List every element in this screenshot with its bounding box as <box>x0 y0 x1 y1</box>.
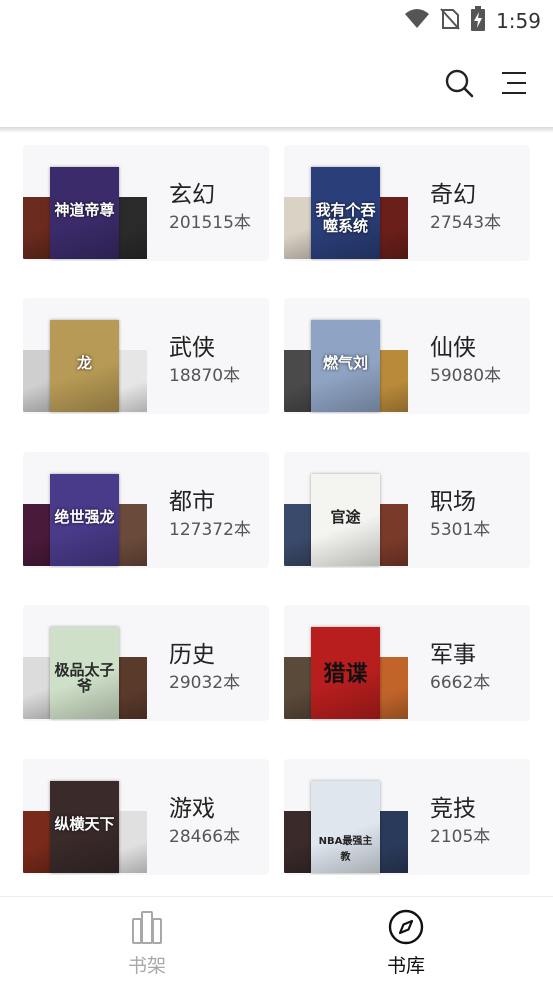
category-card-zhichang[interactable]: 官途 职场 5301本 <box>284 452 530 568</box>
search-icon <box>445 69 474 98</box>
book-cover-main: 我有个吞噬系统 <box>311 167 380 259</box>
category-name: 武侠 <box>169 335 215 361</box>
book-cover-right <box>119 657 147 719</box>
cover-stack: 猎谍 <box>284 605 408 721</box>
search-button[interactable] <box>442 66 476 100</box>
category-name: 玄幻 <box>169 182 215 208</box>
nav-bookstore-label: 书库 <box>386 955 425 977</box>
status-bar: 1:59 <box>0 0 553 38</box>
category-name: 都市 <box>169 489 215 515</box>
book-cover-main: 神道帝尊 <box>50 167 119 259</box>
cover-stack: 我有个吞噬系统 <box>284 145 408 261</box>
cover-stack: NBA最强主教 <box>284 759 408 875</box>
menu-lines-icon <box>502 72 526 94</box>
book-cover-right <box>119 811 147 873</box>
book-cover-main: NBA最强主教 <box>311 781 380 873</box>
nav-bookshelf[interactable]: 书架 <box>87 909 207 979</box>
book-cover-left <box>284 657 312 719</box>
book-cover-left <box>284 811 312 873</box>
status-icons: 1:59 <box>404 6 541 36</box>
cover-title: 极品太子爷 <box>54 660 115 695</box>
bottom-nav: 书架 书库 <box>0 896 553 983</box>
cover-title: 龙 <box>76 353 92 372</box>
book-cover-left <box>23 197 51 259</box>
category-name: 游戏 <box>169 796 215 822</box>
nav-bookstore[interactable]: 书库 <box>346 909 466 979</box>
book-cover-right <box>119 504 147 566</box>
category-name: 竞技 <box>430 796 476 822</box>
category-count: 28466本 <box>169 827 241 847</box>
cover-stack: 龙 <box>23 298 147 414</box>
book-cover-left <box>23 350 51 412</box>
book-cover-left <box>284 504 312 566</box>
category-count: 2105本 <box>430 827 491 847</box>
category-card-junshi[interactable]: 猎谍 军事 6662本 <box>284 605 530 721</box>
category-name: 历史 <box>169 642 215 668</box>
book-cover-right <box>380 657 408 719</box>
category-count: 6662本 <box>430 673 491 693</box>
book-cover-main: 猎谍 <box>311 627 380 719</box>
category-count: 127372本 <box>169 520 251 540</box>
book-cover-main: 极品太子爷 <box>50 627 119 719</box>
category-name: 职场 <box>430 489 476 515</box>
no-sim-icon <box>440 7 460 35</box>
category-name: 仙侠 <box>430 335 476 361</box>
cover-stack: 绝世强龙 <box>23 452 147 568</box>
compass-icon <box>388 909 424 945</box>
status-time: 1:59 <box>496 9 541 33</box>
cover-stack: 神道帝尊 <box>23 145 147 261</box>
category-count: 18870本 <box>169 366 241 386</box>
category-card-dushi[interactable]: 绝世强龙 都市 127372本 <box>23 452 269 568</box>
nav-bookshelf-label: 书架 <box>127 955 166 977</box>
cover-stack: 极品太子爷 <box>23 605 147 721</box>
book-cover-right <box>119 197 147 259</box>
book-cover-right <box>119 350 147 412</box>
book-cover-right <box>380 504 408 566</box>
cover-title: 官途 <box>330 507 361 526</box>
category-card-xianxia[interactable]: 燃气刘 仙侠 59080本 <box>284 298 530 414</box>
category-count: 201515本 <box>169 213 251 233</box>
category-name: 军事 <box>430 642 476 668</box>
cover-title: 纵横天下 <box>54 814 115 833</box>
book-cover-main: 官途 <box>311 474 380 566</box>
book-cover-main: 纵横天下 <box>50 781 119 873</box>
category-card-jingji[interactable]: NBA最强主教 竞技 2105本 <box>284 759 530 875</box>
book-cover-left <box>23 811 51 873</box>
menu-button[interactable] <box>497 66 531 100</box>
cover-title: 我有个吞噬系统 <box>315 200 376 235</box>
book-cover-main: 龙 <box>50 320 119 412</box>
book-cover-right <box>380 811 408 873</box>
bookshelf-icon <box>132 911 162 944</box>
category-card-youxi[interactable]: 纵横天下 游戏 28466本 <box>23 759 269 875</box>
category-card-xuanhuan[interactable]: 神道帝尊 玄幻 201515本 <box>23 145 269 261</box>
wifi-icon <box>404 8 430 34</box>
book-cover-left <box>284 350 312 412</box>
cover-title: 神道帝尊 <box>54 200 115 219</box>
book-cover-left <box>23 504 51 566</box>
cover-title: NBA最强主教 <box>318 836 373 864</box>
book-cover-right <box>380 350 408 412</box>
cover-stack: 纵横天下 <box>23 759 147 875</box>
battery-charging-icon <box>470 6 486 36</box>
toolbar-divider <box>0 127 553 133</box>
cover-stack: 官途 <box>284 452 408 568</box>
category-count: 29032本 <box>169 673 241 693</box>
category-count: 27543本 <box>430 213 502 233</box>
book-cover-left <box>23 657 51 719</box>
top-toolbar <box>0 38 553 128</box>
cover-stack: 燃气刘 <box>284 298 408 414</box>
category-card-wuxia[interactable]: 龙 武侠 18870本 <box>23 298 269 414</box>
category-card-lishi[interactable]: 极品太子爷 历史 29032本 <box>23 605 269 721</box>
cover-title: 猎谍 <box>323 660 368 687</box>
cover-title: 燃气刘 <box>322 353 368 372</box>
category-card-qihuan[interactable]: 我有个吞噬系统 奇幻 27543本 <box>284 145 530 261</box>
category-count: 59080本 <box>430 366 502 386</box>
book-cover-right <box>380 197 408 259</box>
cover-title: 绝世强龙 <box>54 507 115 526</box>
book-cover-main: 绝世强龙 <box>50 474 119 566</box>
book-cover-left <box>284 197 312 259</box>
category-count: 5301本 <box>430 520 491 540</box>
book-cover-main: 燃气刘 <box>311 320 380 412</box>
category-name: 奇幻 <box>430 182 476 208</box>
